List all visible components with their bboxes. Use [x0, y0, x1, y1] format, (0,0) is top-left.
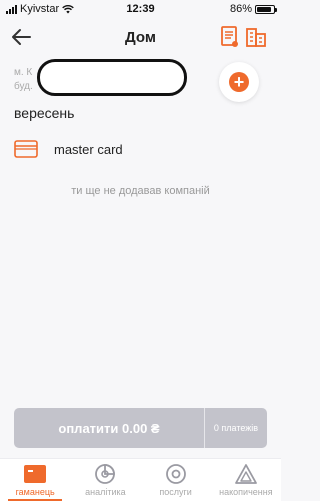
- tab-wallet[interactable]: гаманець: [0, 459, 70, 501]
- status-bar: Kyivstar 12:39 86%: [0, 0, 281, 20]
- analytics-icon: [95, 464, 116, 484]
- tab-savings[interactable]: накопичення: [211, 459, 281, 501]
- tab-services[interactable]: послуги: [141, 459, 211, 501]
- redaction-mark: [37, 59, 187, 96]
- pay-button[interactable]: оплатити 0.00 ₴ 0 платежів: [14, 408, 267, 448]
- pay-label: оплатити 0.00 ₴: [58, 420, 160, 436]
- address-line-2: буд.: [14, 81, 33, 92]
- wallet-icon: [24, 465, 47, 483]
- plus-icon: +: [229, 72, 249, 92]
- tab-label: гаманець: [15, 487, 55, 497]
- tab-label: аналітика: [85, 487, 126, 497]
- credit-card-icon: [14, 140, 38, 158]
- tab-bar: гаманець аналітика послуги накопичення: [0, 458, 281, 501]
- battery-fill: [257, 6, 271, 12]
- tab-label: послуги: [159, 487, 192, 497]
- payment-card-row[interactable]: master card: [14, 140, 123, 158]
- tab-label: накопичення: [219, 487, 273, 497]
- tab-analytics[interactable]: аналітика: [70, 459, 140, 501]
- services-icon: [165, 464, 186, 484]
- card-label: master card: [54, 141, 123, 157]
- month-label: вересень: [14, 105, 75, 121]
- header: Дом: [0, 22, 281, 52]
- buildings-icon[interactable]: [244, 25, 268, 49]
- savings-icon: [234, 464, 257, 484]
- battery-percent: 86%: [229, 3, 252, 15]
- battery-icon: [255, 4, 277, 14]
- battery-group: 86%: [229, 3, 277, 15]
- address-line-1: м. К: [14, 67, 33, 78]
- add-company-button[interactable]: +: [219, 62, 259, 102]
- payments-count: 0 платежів: [213, 423, 259, 433]
- empty-state-message: ти ще не додавав компаній: [71, 185, 210, 197]
- address: м. К буд.: [14, 66, 33, 94]
- receipt-icon[interactable]: [218, 25, 242, 49]
